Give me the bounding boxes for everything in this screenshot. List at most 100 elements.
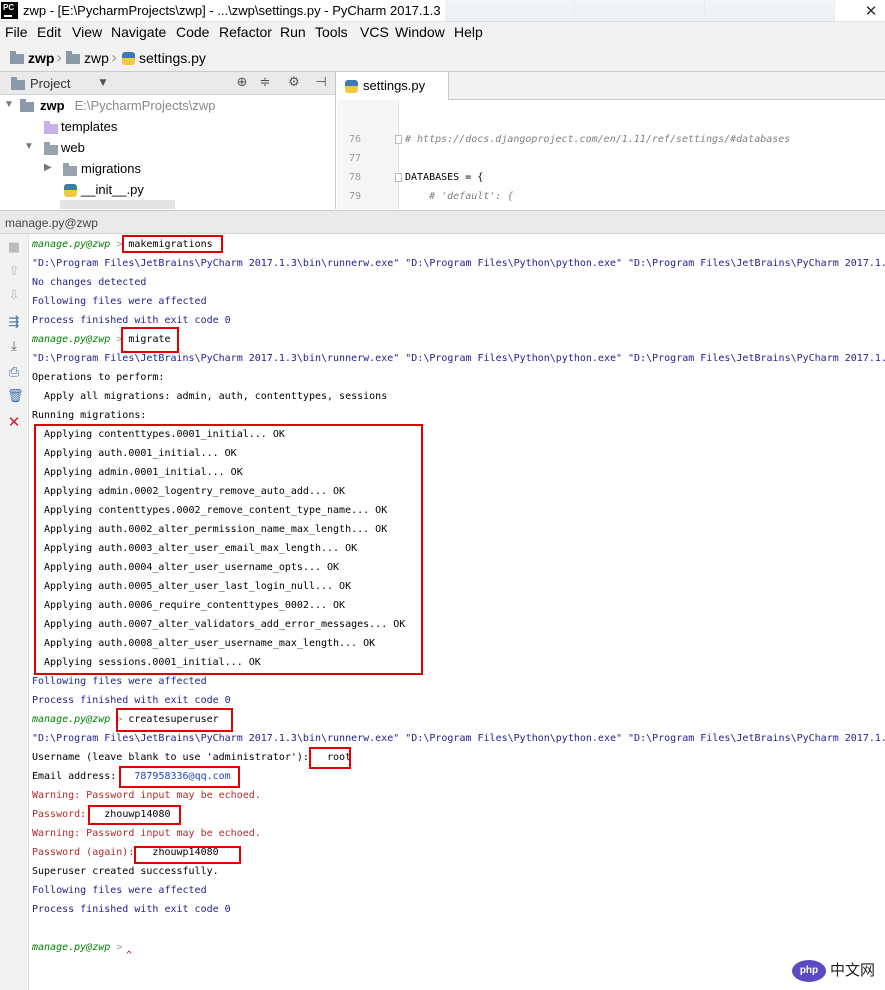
menu-file[interactable]: File bbox=[5, 24, 28, 40]
prompt-label: manage.py@zwp bbox=[32, 239, 111, 250]
collapse-arrow-icon[interactable]: ▶ bbox=[44, 162, 54, 173]
output-line: Process finished with exit code 0 bbox=[32, 315, 231, 326]
background-windows bbox=[445, 0, 855, 22]
stop-icon[interactable]: ■ bbox=[7, 241, 21, 255]
pycharm-logo-icon: PC bbox=[1, 2, 18, 19]
prompt-label: manage.py@zwp bbox=[32, 714, 111, 725]
up-arrow-icon[interactable]: ⇧ bbox=[7, 265, 21, 279]
menu-view[interactable]: View bbox=[72, 24, 102, 40]
runner-line: "D:\Program Files\JetBrains\PyCharm 2017… bbox=[32, 258, 885, 269]
menu-tools[interactable]: Tools bbox=[315, 24, 348, 40]
title-bar: PC zwp - [E:\PycharmProjects\zwp] - ...\… bbox=[0, 0, 885, 22]
expand-arrow-icon[interactable]: ▼ bbox=[24, 141, 34, 152]
tab-label: settings.py bbox=[363, 78, 426, 93]
prompt-label: manage.py@zwp bbox=[32, 942, 111, 953]
email-label: Email address: bbox=[32, 771, 123, 782]
output-line: Process finished with exit code 0 bbox=[32, 904, 231, 915]
text-cursor: ^ bbox=[126, 950, 133, 961]
console-prompt-line: manage.py@zwp > bbox=[32, 942, 122, 954]
prompt-label: manage.py@zwp bbox=[32, 334, 111, 345]
tab-settings-py[interactable]: settings.py bbox=[337, 72, 449, 100]
tree-item-migrations[interactable]: ▶ migrations bbox=[0, 159, 335, 180]
chevron-right-icon: › bbox=[56, 48, 63, 67]
breadcrumb-folder[interactable]: zwp bbox=[84, 50, 109, 66]
tree-item-root[interactable]: ▼ zwp E:\PycharmProjects\zwp bbox=[0, 96, 335, 117]
output-line: Superuser created successfully. bbox=[32, 866, 219, 877]
scroll-to-end-icon[interactable]: ⤓ bbox=[7, 340, 21, 354]
breadcrumb: zwp › zwp › settings.py bbox=[0, 44, 885, 72]
close-window-button[interactable]: ✕ bbox=[861, 3, 881, 19]
close-icon[interactable]: ✕ bbox=[7, 415, 21, 430]
run-panel-title: manage.py@zwp bbox=[5, 216, 98, 230]
line-number: 77 bbox=[348, 153, 361, 164]
folder-icon bbox=[66, 51, 80, 64]
folder-icon bbox=[63, 163, 77, 176]
target-icon[interactable]: ⊕ bbox=[235, 76, 249, 90]
horizontal-scrollbar[interactable] bbox=[60, 200, 175, 209]
folder-icon bbox=[44, 121, 58, 134]
line-number: 78 bbox=[348, 172, 361, 183]
menu-refactor[interactable]: Refactor bbox=[219, 24, 272, 40]
collapse-all-icon[interactable]: ≑ bbox=[258, 76, 272, 90]
username-line: Username (leave blank to use 'administra… bbox=[32, 752, 351, 764]
down-arrow-icon[interactable]: ⇩ bbox=[7, 289, 21, 303]
breadcrumb-project[interactable]: zwp bbox=[28, 50, 54, 66]
menu-vcs[interactable]: VCS bbox=[360, 24, 389, 40]
warning-line: Warning: Password input may be echoed. bbox=[32, 828, 261, 839]
menu-edit[interactable]: Edit bbox=[37, 24, 61, 40]
menu-window[interactable]: Window bbox=[395, 24, 445, 40]
tree-item-web[interactable]: ▼ web bbox=[0, 138, 335, 159]
code-line[interactable]: # https://docs.djangoproject.com/en/1.11… bbox=[405, 134, 790, 145]
runner-line: "D:\Program Files\JetBrains\PyCharm 2017… bbox=[32, 733, 885, 744]
soft-wrap-icon[interactable]: ⇶ bbox=[7, 316, 21, 330]
output-line: Apply all migrations: admin, auth, conte… bbox=[32, 391, 388, 402]
annotation-box bbox=[122, 235, 223, 253]
annotation-box bbox=[134, 846, 241, 864]
tree-item-init[interactable]: __init__.py bbox=[0, 180, 335, 201]
trash-icon[interactable]: 🗑 bbox=[7, 390, 24, 404]
warning-line: Warning: Password input may be echoed. bbox=[32, 790, 261, 801]
annotation-box bbox=[309, 747, 351, 769]
line-number: 76 bbox=[348, 134, 361, 145]
tree-item-templates[interactable]: templates bbox=[0, 117, 335, 138]
tree-item-label: zwp bbox=[40, 98, 65, 113]
password-label: Password: bbox=[32, 809, 93, 820]
output-line: No changes detected bbox=[32, 277, 147, 288]
menu-navigate[interactable]: Navigate bbox=[111, 24, 166, 40]
project-panel-header: Project ▼ ⊕ ≑ ⚙ ⊣ bbox=[0, 72, 335, 95]
print-icon[interactable]: ⎙ bbox=[7, 366, 21, 380]
menu-run[interactable]: Run bbox=[280, 24, 306, 40]
code-line[interactable]: # 'default': { bbox=[405, 191, 513, 202]
output-line: Following files were affected bbox=[32, 296, 207, 307]
annotation-box bbox=[34, 424, 423, 675]
fold-marker-icon[interactable] bbox=[395, 135, 402, 144]
code-line[interactable]: DATABASES = { bbox=[405, 172, 483, 183]
fold-marker-icon[interactable] bbox=[395, 173, 402, 182]
project-view-selector[interactable]: Project bbox=[30, 76, 70, 91]
php-badge: php bbox=[792, 960, 826, 982]
console-output[interactable]: manage.py@zwp > makemigrations "D:\Progr… bbox=[29, 234, 885, 990]
username-label: Username (leave blank to use 'administra… bbox=[32, 752, 315, 763]
expand-arrow-icon[interactable]: ▼ bbox=[4, 99, 14, 110]
python-file-icon bbox=[64, 184, 77, 197]
chevron-right-icon: › bbox=[111, 48, 118, 67]
folder-icon bbox=[44, 142, 58, 155]
hide-panel-icon[interactable]: ⊣ bbox=[314, 76, 328, 90]
tree-item-label: web bbox=[61, 140, 85, 155]
output-line: Following files were affected bbox=[32, 885, 207, 896]
breadcrumb-file[interactable]: settings.py bbox=[139, 50, 206, 66]
python-file-icon bbox=[345, 80, 358, 93]
folder-icon bbox=[20, 99, 34, 112]
menu-bar: File Edit View Navigate Code Refactor Ru… bbox=[0, 22, 885, 44]
project-panel: Project ▼ ⊕ ≑ ⚙ ⊣ ▼ zwp E:\PycharmProject… bbox=[0, 72, 336, 209]
tree-item-label: templates bbox=[61, 119, 118, 134]
menu-help[interactable]: Help bbox=[454, 24, 483, 40]
dropdown-icon[interactable]: ▼ bbox=[96, 76, 110, 90]
prompt-arrow: > bbox=[116, 942, 123, 953]
run-panel-header: manage.py@zwp bbox=[0, 210, 885, 234]
editor: settings.py 76 77 78 79 # https://docs.d… bbox=[337, 72, 885, 209]
folder-icon bbox=[10, 51, 24, 64]
gear-icon[interactable]: ⚙ bbox=[287, 76, 301, 90]
tree-item-label: migrations bbox=[81, 161, 141, 176]
menu-code[interactable]: Code bbox=[176, 24, 209, 40]
